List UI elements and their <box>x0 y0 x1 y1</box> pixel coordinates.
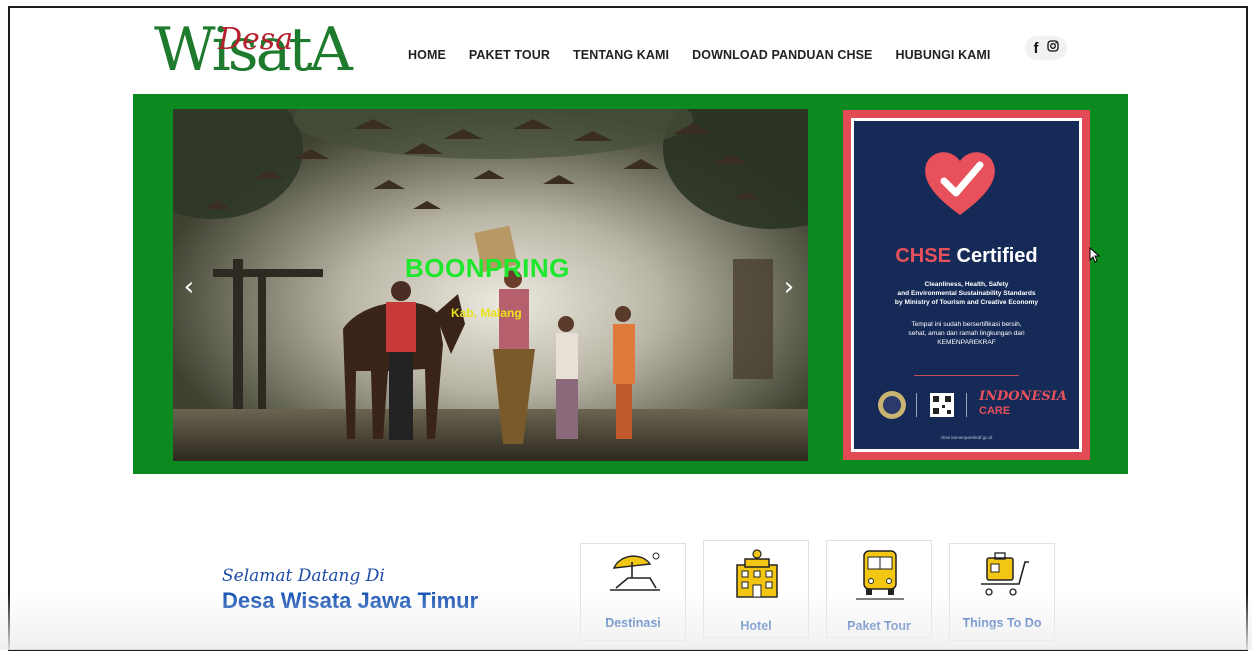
nav-home[interactable]: HOME <box>408 48 446 62</box>
certificate-title-chse: CHSE <box>895 245 951 267</box>
hero-slide[interactable]: BOONPRING Kab. Malang ‹ › <box>173 109 808 461</box>
hero-banner: BOONPRING Kab. Malang ‹ › CHSE Certified… <box>133 94 1128 474</box>
certificate-line-1: Cleanliness, Health, Safety <box>924 281 1009 288</box>
certificate-line-2: and Environmental Sustainability Standar… <box>897 290 1036 297</box>
certificate-line-3: by Ministry of Tourism and Creative Econ… <box>894 299 1039 306</box>
logo-accent: Desa <box>218 22 294 57</box>
chse-certificate: CHSE Certified Cleanliness, Health, Safe… <box>843 110 1090 460</box>
slide-title: BOONPRING <box>405 253 570 283</box>
card-destinasi[interactable]: Destinasi <box>580 543 686 641</box>
welcome-greeting: Selamat Datang Di <box>222 566 385 586</box>
main-nav: HOME PAKET TOUR TENTANG KAMI DOWNLOAD PA… <box>408 48 1013 62</box>
care-brand: CARE <box>979 405 1011 417</box>
luggage-cart-icon <box>981 552 1029 596</box>
nav-hubungi-kami[interactable]: HUBUNGI KAMI <box>895 48 990 62</box>
heart-check-icon <box>925 152 995 215</box>
certificate-title-certified: Certified <box>956 245 1038 267</box>
slider-prev-arrow-icon[interactable]: ‹ <box>177 274 201 300</box>
certificate-note-3: KEMENPAREKRAF <box>937 339 996 346</box>
hotel-icon <box>736 549 778 598</box>
certificate-footer: chse.kemenparekraf.go.id <box>940 435 993 440</box>
nav-download-panduan-chse[interactable]: DOWNLOAD PANDUAN CHSE <box>692 48 872 62</box>
indonesia-brand: INDONESIA <box>979 389 1067 404</box>
card-things-to-do[interactable]: Things To Do <box>949 543 1055 641</box>
slider-next-arrow-icon[interactable]: › <box>777 274 801 300</box>
beach-chair-icon <box>610 552 660 591</box>
mouse-cursor-icon <box>1089 247 1101 263</box>
nav-paket-tour[interactable]: PAKET TOUR <box>469 48 550 62</box>
card-paket-tour-label: Paket Tour <box>847 619 911 633</box>
welcome-heading: Desa Wisata Jawa Timur <box>222 588 479 613</box>
card-things-to-do-label: Things To Do <box>962 616 1042 630</box>
certificate-note-2: sehat, aman dan ramah lingkungan dari <box>908 330 1025 337</box>
certificate-title: CHSE Certified <box>854 245 1079 268</box>
site-logo[interactable]: WisatA Desa <box>146 16 356 80</box>
slide-subtitle: Kab. Malang <box>451 306 522 320</box>
bus-icon <box>856 550 904 600</box>
nav-tentang-kami[interactable]: TENTANG KAMI <box>573 48 669 62</box>
facebook-icon[interactable]: f <box>1034 40 1039 57</box>
instagram-icon[interactable] <box>1046 39 1059 57</box>
card-hotel-label: Hotel <box>740 619 772 633</box>
card-destinasi-label: Destinasi <box>605 616 661 630</box>
certificate-card: CHSE Certified Cleanliness, Health, Safe… <box>851 118 1082 452</box>
social-links: f <box>1025 36 1067 60</box>
card-hotel[interactable]: Hotel <box>703 540 809 638</box>
card-paket-tour[interactable]: Paket Tour <box>826 540 932 638</box>
certificate-divider <box>914 375 1019 376</box>
slide-photo <box>173 109 808 461</box>
certificate-note-1: Tempat ini sudah bersertifikasi bersih, <box>911 321 1022 328</box>
